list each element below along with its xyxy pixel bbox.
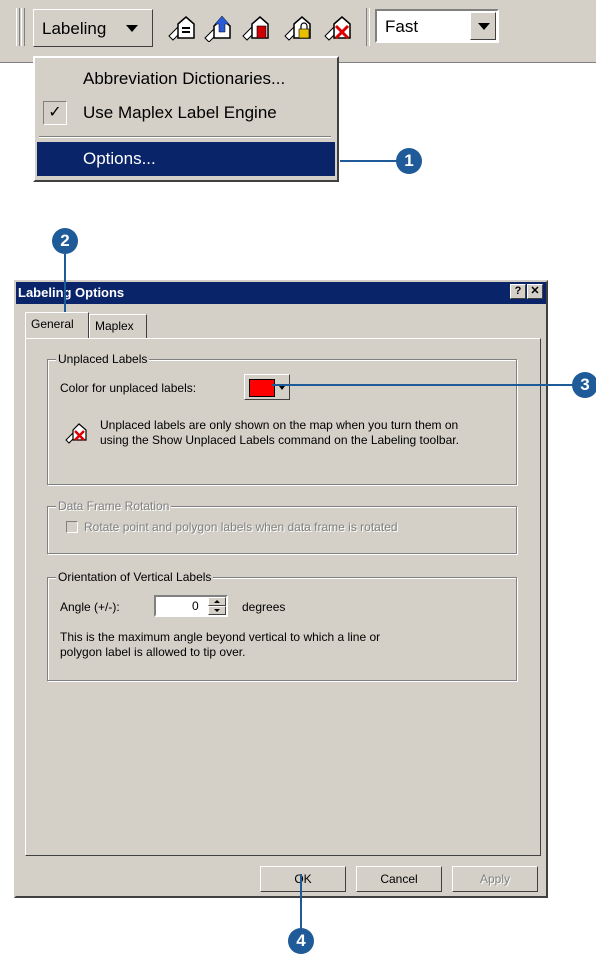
unplaced-labels-group: Unplaced Labels Color for unplaced label… — [47, 352, 517, 485]
chevron-down-icon — [126, 25, 138, 32]
note-line: using the Show Unplaced Labels command o… — [100, 433, 459, 447]
toolbar-grip[interactable] — [16, 8, 20, 46]
combo-dropdown-button[interactable] — [470, 12, 496, 40]
menu-item-label: Abbreviation Dictionaries... — [83, 69, 286, 88]
tab-label: General — [31, 317, 74, 331]
vertical-orientation-group: Orientation of Vertical Labels Angle (+/… — [47, 570, 517, 681]
callout-badge-3: 3 — [572, 372, 596, 398]
chevron-down-icon — [214, 609, 220, 612]
toolbar-grip[interactable] — [21, 8, 25, 46]
color-label: Color for unplaced labels: — [60, 381, 197, 395]
labeling-options-dialog: Labeling Options ? ✕ General Maplex Unpl… — [14, 280, 548, 898]
menu-item-label: Options... — [83, 149, 156, 168]
angle-spinner[interactable]: 0 — [154, 595, 228, 617]
angle-label: Angle (+/-): — [60, 600, 120, 614]
callout-line — [64, 254, 66, 320]
view-unplaced-labels-icon[interactable] — [322, 12, 352, 42]
note-line: Unplaced labels are only shown on the ma… — [100, 418, 459, 432]
labeling-menu-label: Labeling — [42, 19, 107, 38]
dialog-titlebar[interactable]: Labeling Options ? ✕ — [16, 282, 546, 304]
tab-general[interactable]: General — [25, 312, 89, 338]
labeling-menu-button[interactable]: Labeling — [33, 9, 153, 47]
lock-labels-icon[interactable] — [282, 12, 312, 42]
spinner-down-button[interactable] — [208, 606, 226, 615]
callout-line — [272, 384, 578, 386]
callout-line — [340, 160, 400, 162]
help-button[interactable]: ? — [510, 284, 526, 299]
menu-separator — [39, 136, 331, 138]
angle-value: 0 — [192, 599, 199, 613]
label-priority-icon[interactable] — [202, 12, 232, 42]
spinner-up-button[interactable] — [208, 597, 226, 606]
callout-line — [300, 874, 302, 932]
close-button[interactable]: ✕ — [527, 284, 543, 299]
callout-badge-2: 2 — [52, 228, 78, 254]
group-legend: Orientation of Vertical Labels — [56, 570, 214, 584]
menu-item-options[interactable]: Options... — [37, 142, 335, 176]
rotate-labels-label: Rotate point and polygon labels when dat… — [84, 520, 398, 534]
group-legend: Data Frame Rotation — [56, 499, 172, 513]
chevron-down-icon — [279, 386, 285, 390]
rotate-labels-checkbox[interactable] — [66, 521, 78, 533]
color-picker-button[interactable] — [244, 374, 290, 400]
label-speed-combo[interactable]: Fast — [375, 9, 499, 43]
ok-button[interactable]: OK — [260, 866, 346, 892]
dialog-title: Labeling Options — [18, 285, 125, 300]
color-swatch — [249, 379, 275, 397]
callout-badge-4: 4 — [288, 928, 314, 954]
cancel-button[interactable]: Cancel — [356, 866, 442, 892]
vertical-description: This is the maximum angle beyond vertica… — [60, 630, 500, 660]
labeling-toolbar: Labeling Fast — [0, 0, 596, 63]
data-frame-rotation-group: Data Frame Rotation Rotate point and pol… — [47, 499, 517, 554]
description-line: This is the maximum angle beyond vertica… — [60, 630, 381, 644]
labeling-dropdown-menu: Abbreviation Dictionaries... ✓ Use Maple… — [33, 56, 339, 182]
unplaced-labels-icon — [65, 423, 87, 444]
tab-maplex[interactable]: Maplex — [89, 314, 147, 338]
speed-value: Fast — [385, 17, 419, 36]
group-legend: Unplaced Labels — [56, 352, 150, 366]
menu-item-label: Use Maplex Label Engine — [83, 103, 277, 122]
chevron-up-icon — [214, 600, 220, 603]
chevron-down-icon — [478, 23, 490, 30]
apply-button[interactable]: Apply — [452, 866, 538, 892]
menu-item-abbreviation-dictionaries[interactable]: Abbreviation Dictionaries... — [37, 62, 335, 96]
callout-badge-1: 1 — [396, 148, 422, 174]
check-icon: ✓ — [43, 101, 67, 125]
description-line: polygon label is allowed to tip over. — [60, 645, 246, 659]
angle-unit: degrees — [242, 600, 286, 614]
unplaced-note: Unplaced labels are only shown on the ma… — [100, 418, 510, 448]
label-manager-icon[interactable] — [166, 12, 196, 42]
menu-item-use-maplex[interactable]: ✓ Use Maplex Label Engine — [37, 96, 335, 130]
toolbar-separator — [366, 8, 370, 46]
general-tab-panel: Unplaced Labels Color for unplaced label… — [25, 338, 541, 856]
label-weight-icon[interactable] — [240, 12, 270, 42]
tab-label: Maplex — [95, 319, 134, 333]
